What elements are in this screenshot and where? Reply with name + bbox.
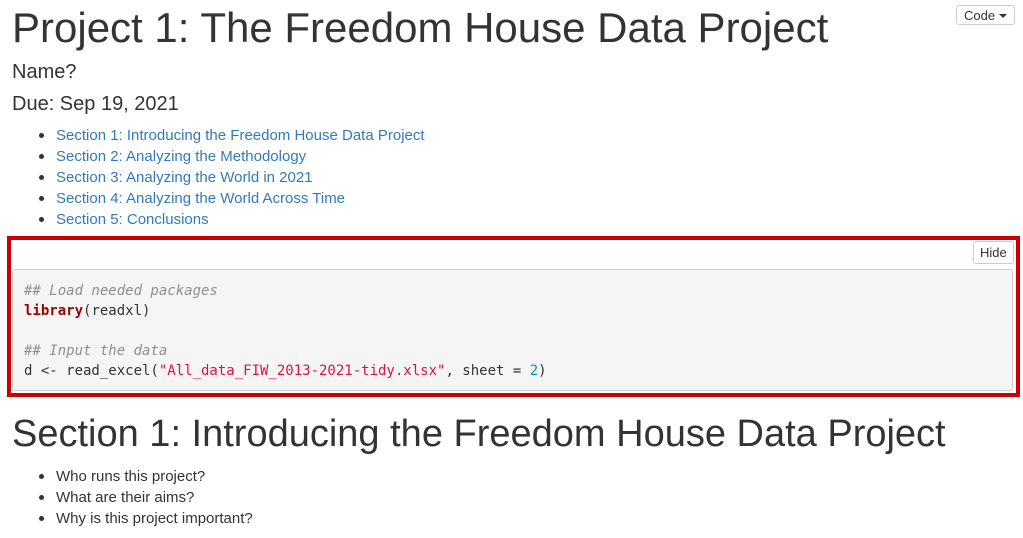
page: Code Project 1: The Freedom House Data P… xyxy=(0,0,1023,538)
code-text: (readxl) xyxy=(83,303,151,319)
hide-code-button[interactable]: Hide xyxy=(973,241,1014,264)
code-keyword: library xyxy=(24,303,84,319)
code-dropdown-button[interactable]: Code xyxy=(956,5,1016,25)
code-comment: ## Load needed packages xyxy=(24,283,218,299)
code-text: , sheet = xyxy=(445,363,530,379)
table-of-contents: Section 1: Introducing the Freedom House… xyxy=(39,125,425,230)
code-line-5: d <- read_excel("All_data_FIW_2013-2021-… xyxy=(24,361,1001,381)
toc-item: Section 4: Analyzing the World Across Ti… xyxy=(39,188,425,209)
toc-link-section-2[interactable]: Section 2: Analyzing the Methodology xyxy=(56,148,306,165)
code-line-2: library(readxl) xyxy=(24,301,1001,321)
code-line-1: ## Load needed packages xyxy=(24,281,1001,301)
section-1-questions: Who runs this project? What are their ai… xyxy=(39,466,253,529)
code-comment: ## Input the data xyxy=(24,343,168,359)
page-title: Project 1: The Freedom House Data Projec… xyxy=(12,4,829,51)
toc-link-section-1[interactable]: Section 1: Introducing the Freedom House… xyxy=(56,127,425,144)
toc-item: Section 1: Introducing the Freedom House… xyxy=(39,125,425,146)
caret-down-icon xyxy=(999,13,1008,18)
list-item: Why is this project important? xyxy=(39,510,253,527)
due-date: Due: Sep 19, 2021 xyxy=(12,93,179,115)
list-item: Who runs this project? xyxy=(39,466,253,487)
code-number: 2 xyxy=(529,363,539,379)
toc-link-section-3[interactable]: Section 3: Analyzing the World in 2021 xyxy=(56,169,313,186)
section-1-heading: Section 1: Introducing the Freedom House… xyxy=(12,413,946,455)
toc-item: Section 3: Analyzing the World in 2021 xyxy=(39,167,425,188)
code-string: "All_data_FIW_2013-2021-tidy.xlsx" xyxy=(158,363,446,379)
code-chunk[interactable]: ## Load needed packages library(readxl) ##… xyxy=(12,269,1013,391)
toc-link-section-4[interactable]: Section 4: Analyzing the World Across Ti… xyxy=(56,190,345,207)
code-text: ) xyxy=(538,363,547,379)
author: Name? xyxy=(12,61,77,83)
toc-item: Section 2: Analyzing the Methodology xyxy=(39,146,425,167)
toc-link-section-5[interactable]: Section 5: Conclusions xyxy=(56,211,209,228)
list-item: What are their aims? xyxy=(39,487,253,508)
code-text: d <- read_excel( xyxy=(24,363,159,379)
code-line-4: ## Input the data xyxy=(24,341,1001,361)
toc-item: Section 5: Conclusions xyxy=(39,209,425,230)
code-dropdown-label: Code xyxy=(964,7,996,23)
